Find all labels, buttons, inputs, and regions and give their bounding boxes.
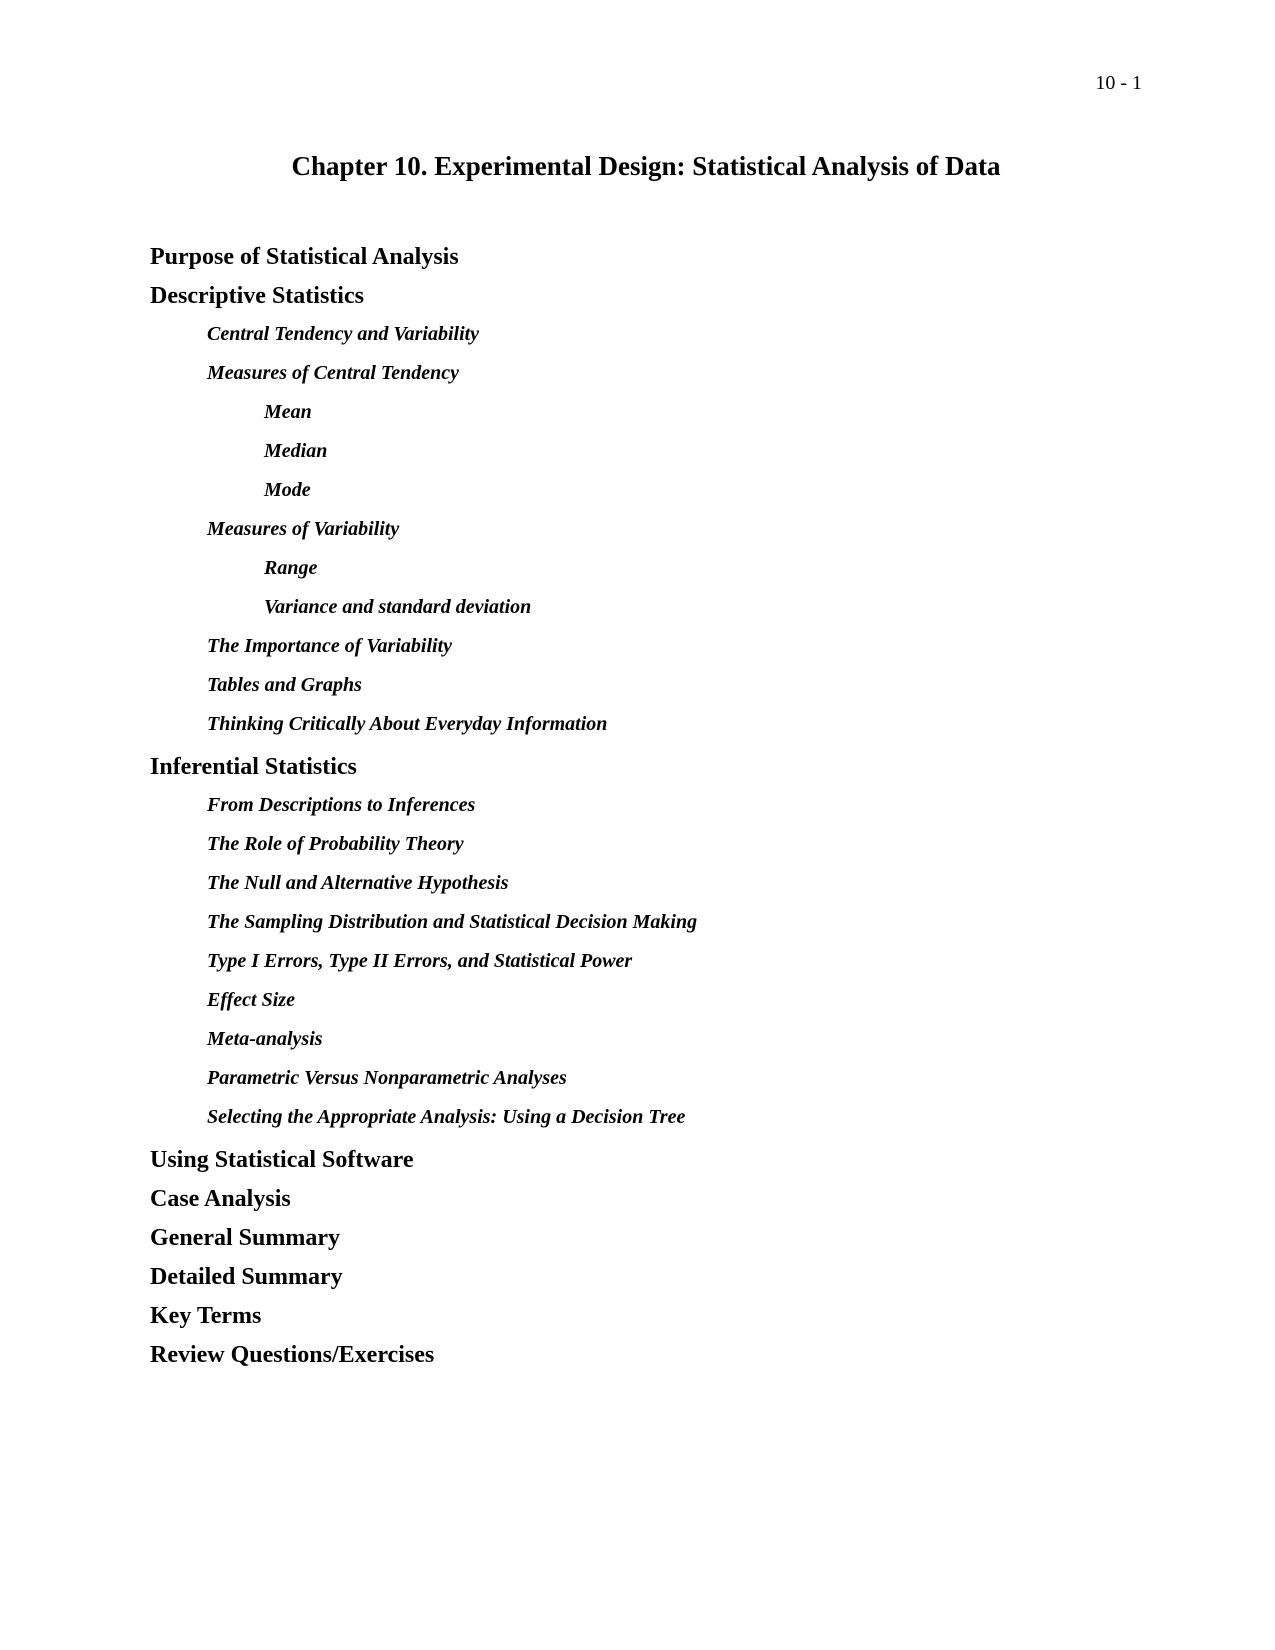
section-heading: Key Terms: [150, 1303, 1142, 1330]
toc-subentry: Mean: [264, 397, 1142, 427]
page-content: Chapter 10. Experimental Design: Statist…: [0, 0, 1275, 1369]
toc-entry: Effect Size: [207, 985, 1142, 1015]
page-number: 10 - 1: [1095, 72, 1142, 95]
toc-entry: Measures of Variability: [207, 514, 1142, 544]
section-heading: Purpose of Statistical Analysis: [150, 244, 1142, 271]
toc-subentry: Variance and standard deviation: [264, 592, 1142, 622]
toc-entry: Parametric Versus Nonparametric Analyses: [207, 1063, 1142, 1093]
section-heading: Case Analysis: [150, 1186, 1142, 1213]
chapter-title: Chapter 10. Experimental Design: Statist…: [150, 151, 1142, 182]
toc-subentry: Mode: [264, 475, 1142, 505]
toc-entry: Tables and Graphs: [207, 670, 1142, 700]
toc-entry: The Role of Probability Theory: [207, 829, 1142, 859]
toc-subentry: Median: [264, 436, 1142, 466]
toc-entry: Type I Errors, Type II Errors, and Stati…: [207, 946, 1142, 976]
toc-entry: Measures of Central Tendency: [207, 358, 1142, 388]
toc-subentry: Range: [264, 553, 1142, 583]
section-heading: Review Questions/Exercises: [150, 1342, 1142, 1369]
toc-entry: Selecting the Appropriate Analysis: Usin…: [207, 1102, 1142, 1132]
toc-entry: Central Tendency and Variability: [207, 319, 1142, 349]
section-heading: Descriptive Statistics: [150, 283, 1142, 310]
toc-entry: Thinking Critically About Everyday Infor…: [207, 709, 1142, 739]
section-heading: Using Statistical Software: [150, 1147, 1142, 1174]
toc-entry: The Importance of Variability: [207, 631, 1142, 661]
toc-entry: The Null and Alternative Hypothesis: [207, 868, 1142, 898]
section-heading: Inferential Statistics: [150, 754, 1142, 781]
toc-entry: The Sampling Distribution and Statistica…: [207, 907, 1142, 937]
section-heading: General Summary: [150, 1225, 1142, 1252]
section-heading: Detailed Summary: [150, 1264, 1142, 1291]
toc-entry: From Descriptions to Inferences: [207, 790, 1142, 820]
toc-entry: Meta-analysis: [207, 1024, 1142, 1054]
